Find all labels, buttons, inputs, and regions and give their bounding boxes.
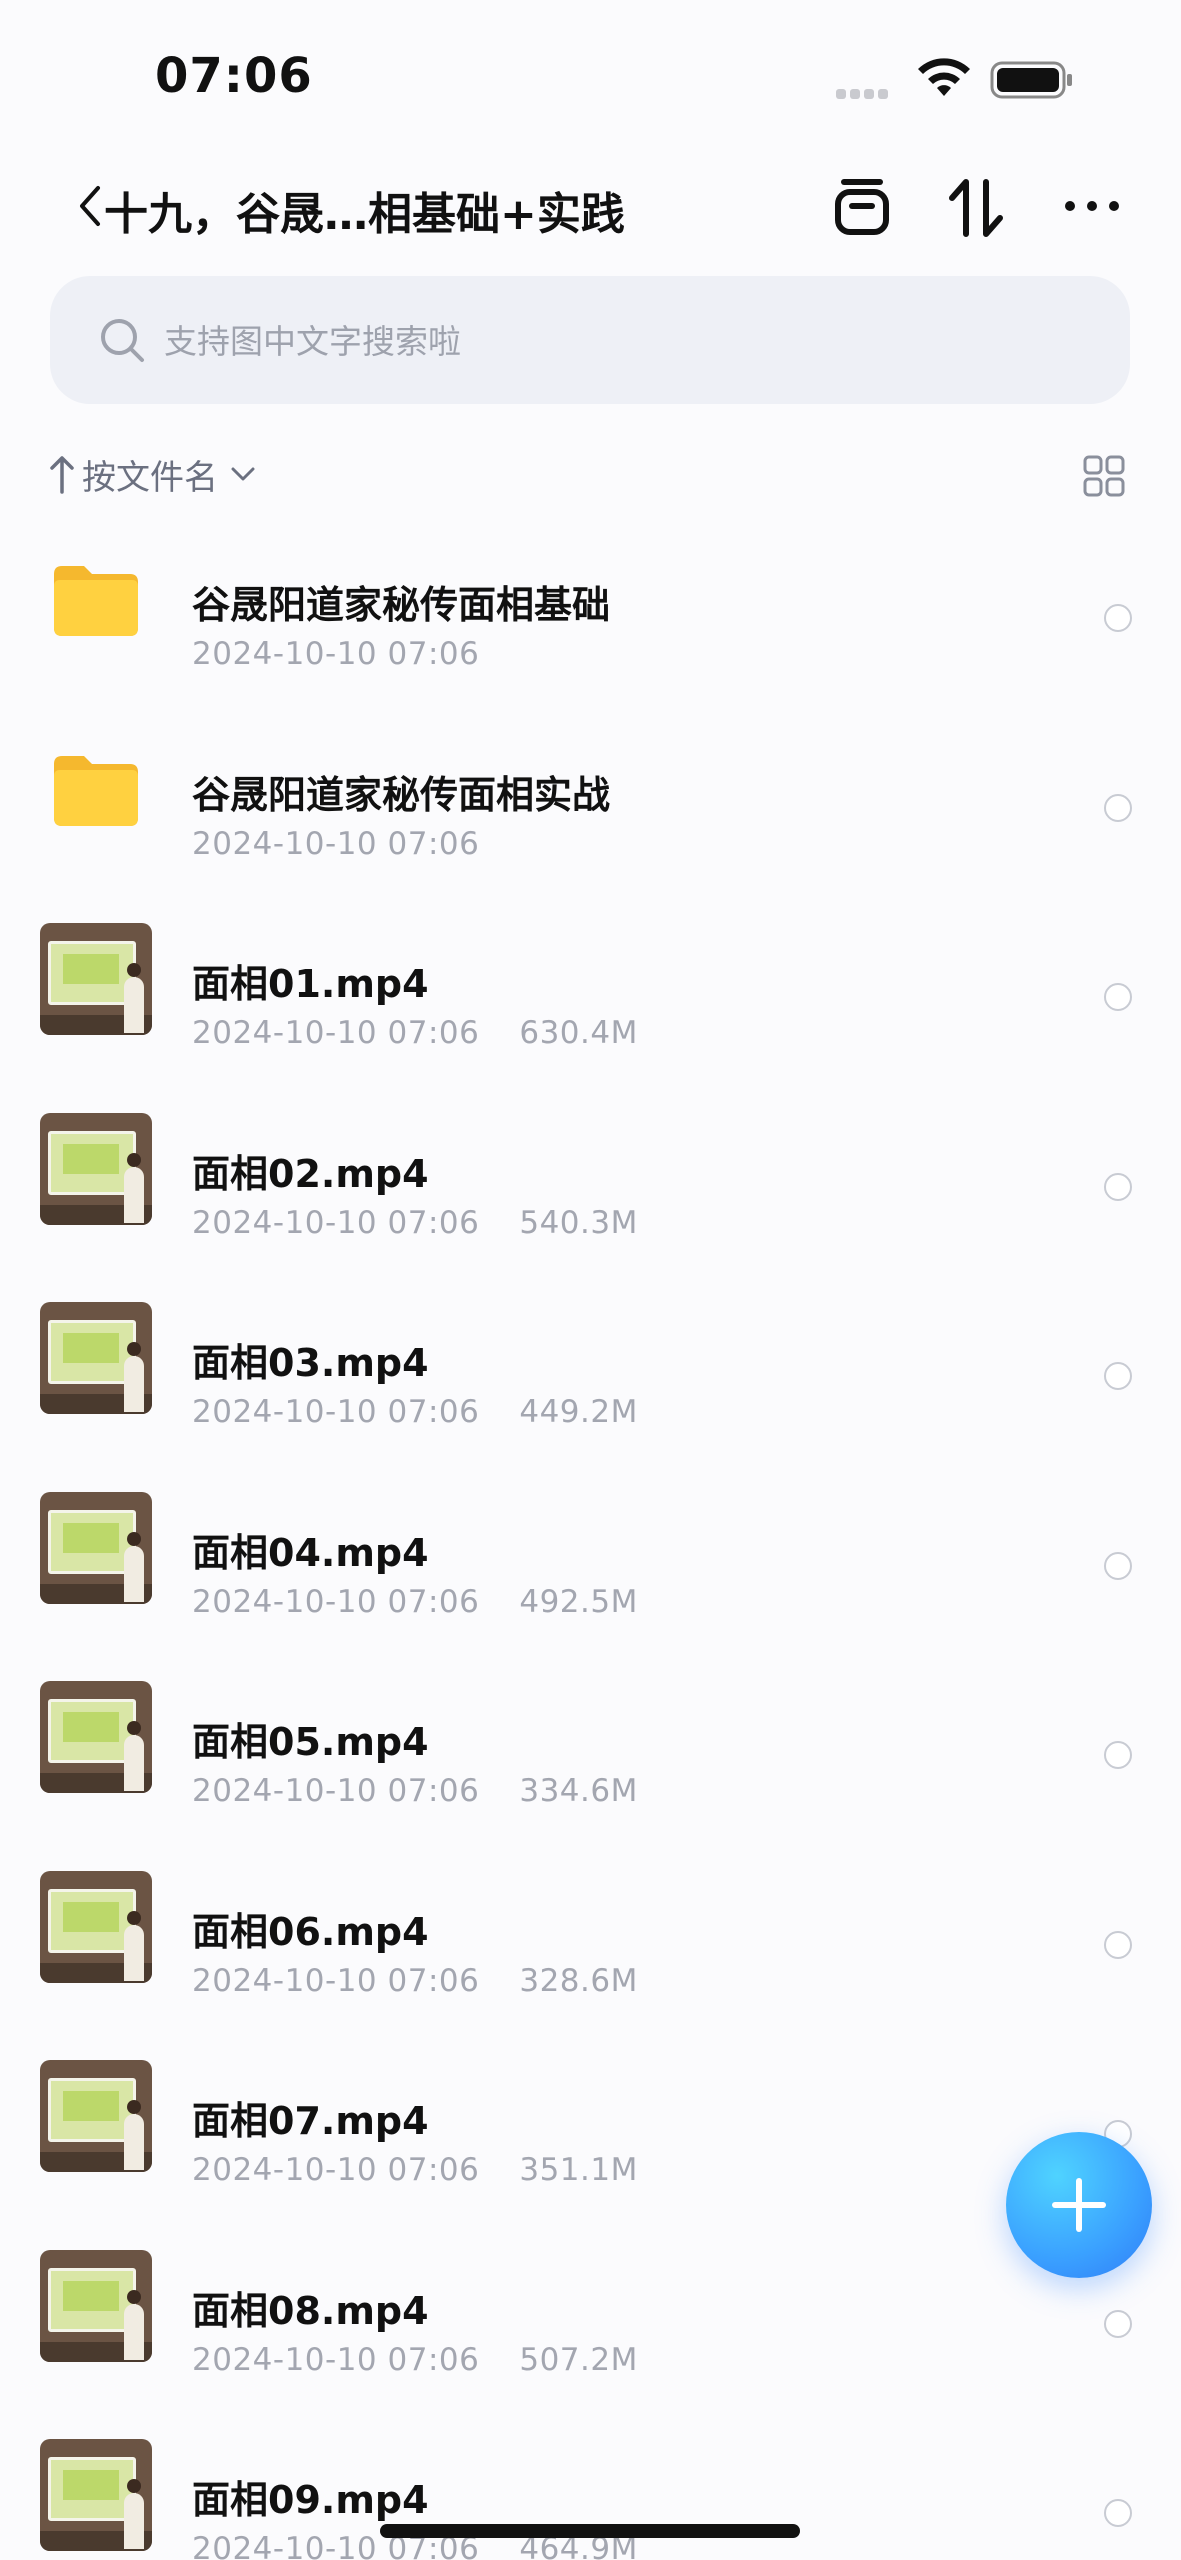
file-row[interactable]: 面相02.mp4 2024-10-10 07:06 540.3M	[0, 1099, 1181, 1289]
file-meta: 2024-10-10 07:06	[192, 636, 479, 672]
file-size: 630.4M	[519, 1015, 638, 1051]
page-title: 十九，谷晟…相基础+实践	[104, 189, 625, 240]
file-size: 328.6M	[519, 1962, 638, 1999]
file-meta: 2024-10-10 07:06 492.5M	[192, 1584, 638, 1620]
select-checkbox[interactable]	[1104, 2499, 1132, 2527]
cellular-signal-icon	[836, 84, 898, 99]
video-thumbnail	[40, 1302, 152, 1414]
file-size: 540.3M	[519, 1204, 638, 1241]
file-browser-screen: 07:06 十九，谷晟…相基础+实践 支持图中文字搜索啦 按文件名 谷晟阳道家秘…	[0, 0, 1181, 2560]
select-checkbox[interactable]	[1104, 1741, 1132, 1769]
select-checkbox[interactable]	[1104, 1362, 1132, 1390]
grid-view-icon[interactable]	[1082, 454, 1126, 498]
select-checkbox[interactable]	[1104, 1551, 1132, 1580]
archive-icon[interactable]	[830, 176, 894, 240]
file-name: 面相07.mp4	[192, 2099, 429, 2143]
file-list: 谷晟阳道家秘传面相基础 2024-10-10 07:06 谷晟阳道家秘传面相实战 20…	[0, 530, 1181, 2560]
file-meta: 2024-10-10 07:06 449.2M	[192, 1394, 638, 1430]
file-meta: 2024-10-10 07:06	[192, 826, 479, 862]
sort-label: 按文件名	[82, 457, 218, 498]
file-size: 507.2M	[519, 2341, 638, 2378]
file-date: 2024-10-10 07:06	[192, 1204, 480, 1241]
select-checkbox[interactable]	[1104, 604, 1132, 632]
folder-icon	[40, 544, 152, 656]
select-checkbox[interactable]	[1104, 793, 1132, 822]
file-date: 2024-10-10 07:06	[192, 1015, 480, 1051]
file-row[interactable]: 面相05.mp4 2024-10-10 07:06 334.6M	[0, 1667, 1181, 1857]
file-size: 449.2M	[519, 1394, 638, 1430]
search-input[interactable]	[162, 276, 1066, 406]
file-row[interactable]: 面相04.mp4 2024-10-10 07:06 492.5M	[0, 1478, 1181, 1668]
video-thumbnail	[40, 1491, 152, 1604]
file-row[interactable]: 面相03.mp4 2024-10-10 07:06 449.2M	[0, 1288, 1181, 1478]
file-name: 谷晟阳道家秘传面相基础	[192, 583, 611, 627]
file-row[interactable]: 面相06.mp4 2024-10-10 07:06 328.6M	[0, 1857, 1181, 2047]
video-thumbnail	[40, 1681, 152, 1793]
file-meta: 2024-10-10 07:06 351.1M	[192, 2152, 638, 2188]
search-bar[interactable]	[50, 276, 1130, 406]
file-meta: 2024-10-10 07:06 630.4M	[192, 1015, 638, 1051]
file-name: 面相06.mp4	[192, 1909, 429, 1954]
file-date: 2024-10-10 07:06	[192, 1583, 480, 1620]
plus-icon	[1052, 2178, 1106, 2232]
chevron-down-icon	[231, 467, 255, 481]
file-row[interactable]: 面相08.mp4 2024-10-10 07:06 507.2M	[0, 2236, 1181, 2426]
file-date: 2024-10-10 07:06	[192, 1962, 480, 1999]
file-size: 334.6M	[519, 1773, 638, 1809]
folder-row[interactable]: 谷晟阳道家秘传面相基础 2024-10-10 07:06	[0, 530, 1181, 720]
file-name: 面相01.mp4	[192, 962, 429, 1006]
select-checkbox[interactable]	[1104, 1172, 1132, 1201]
select-checkbox[interactable]	[1104, 2309, 1132, 2338]
file-size: 351.1M	[519, 2152, 638, 2188]
file-row[interactable]: 面相01.mp4 2024-10-10 07:06 630.4M	[0, 909, 1181, 1099]
select-checkbox[interactable]	[1104, 1930, 1132, 1959]
file-name: 面相09.mp4	[192, 2478, 429, 2522]
video-thumbnail	[40, 923, 152, 1035]
file-name: 面相05.mp4	[192, 1720, 429, 1764]
video-thumbnail	[40, 2439, 152, 2551]
file-name: 面相04.mp4	[192, 1530, 429, 1575]
search-icon	[101, 319, 144, 362]
add-button[interactable]	[1006, 2132, 1152, 2278]
home-indicator	[380, 2524, 800, 2538]
file-date: 2024-10-10 07:06	[192, 2341, 480, 2378]
more-icon[interactable]	[1060, 176, 1124, 240]
file-date: 2024-10-10 07:06	[192, 825, 480, 862]
file-meta: 2024-10-10 07:06 507.2M	[192, 2342, 638, 2378]
folder-row[interactable]: 谷晟阳道家秘传面相实战 2024-10-10 07:06	[0, 720, 1181, 910]
folder-icon	[40, 734, 152, 846]
file-meta: 2024-10-10 07:06 328.6M	[192, 1963, 638, 1999]
video-thumbnail	[40, 1112, 152, 1225]
sort-selector[interactable]: 按文件名	[48, 448, 258, 500]
sort-icon[interactable]	[944, 176, 1008, 240]
file-size: 492.5M	[519, 1583, 638, 1620]
file-date: 2024-10-10 07:06	[192, 1394, 480, 1430]
arrow-up-icon	[50, 456, 74, 494]
battery-icon	[990, 61, 1072, 99]
file-date: 2024-10-10 07:06	[192, 1773, 480, 1809]
video-thumbnail	[40, 2060, 152, 2172]
video-thumbnail	[40, 2249, 152, 2362]
file-date: 2024-10-10 07:06	[192, 2152, 480, 2188]
file-date: 2024-10-10 07:06	[192, 636, 480, 672]
file-name: 面相02.mp4	[192, 1151, 429, 1196]
status-time: 07:06	[155, 48, 313, 104]
file-name: 面相03.mp4	[192, 1341, 429, 1385]
file-row[interactable]: 面相07.mp4 2024-10-10 07:06 351.1M	[0, 2046, 1181, 2236]
file-meta: 2024-10-10 07:06 540.3M	[192, 1205, 638, 1241]
file-name: 面相08.mp4	[192, 2288, 429, 2333]
wifi-icon	[918, 58, 970, 96]
video-thumbnail	[40, 1870, 152, 1983]
file-meta: 2024-10-10 07:06 334.6M	[192, 1773, 638, 1809]
file-name: 谷晟阳道家秘传面相实战	[192, 772, 611, 817]
file-row[interactable]: 面相09.mp4 2024-10-10 07:06 464.9M	[0, 2425, 1181, 2560]
select-checkbox[interactable]	[1104, 983, 1132, 1011]
